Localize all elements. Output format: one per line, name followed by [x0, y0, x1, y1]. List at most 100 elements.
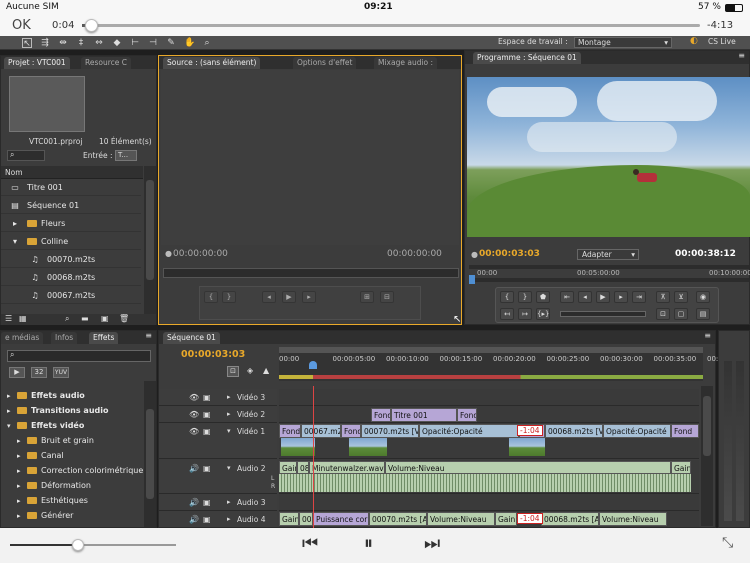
source-timecode-in[interactable]: 00:00:00:00 [173, 249, 228, 259]
video-clip[interactable]: Fond [671, 424, 699, 438]
audio-clip[interactable]: 00070.m2ts [A] [369, 512, 427, 526]
step-back-icon[interactable]: ◂ [578, 291, 592, 303]
find-icon[interactable]: ⌕ [65, 314, 69, 324]
disclosure-icon[interactable]: ▾ [7, 419, 17, 434]
rolling-edit-tool-icon[interactable]: ‡ [76, 38, 86, 48]
program-ruler[interactable]: 00:00 00:05:00:00 00:10:00:00 [469, 265, 750, 277]
eye-icon[interactable]: 👁 [189, 406, 199, 423]
sync-lock-icon[interactable]: ▣ [203, 406, 211, 423]
source-step-forward-icon[interactable]: ▸ [302, 291, 316, 303]
track-select-tool-icon[interactable]: ⇶ [40, 38, 50, 48]
pen-tool-icon[interactable]: ✎ [166, 38, 176, 48]
selection-tool-icon[interactable]: ↖ [22, 38, 32, 49]
speaker-icon[interactable]: 🔊 [189, 494, 199, 511]
video-clip[interactable]: Opacité:Opacité [603, 424, 671, 438]
audio-clip[interactable]: 00068.m2ts [A] [541, 512, 599, 526]
cs-live-label[interactable]: CS Live [708, 37, 736, 46]
slip-tool-icon[interactable]: ⊢ [130, 38, 140, 48]
video-clip[interactable]: 00070.m2ts [V] [361, 424, 419, 438]
audio-clip[interactable]: Gain [671, 461, 691, 474]
shuttle-slider[interactable] [560, 311, 646, 317]
video-clip[interactable]: Fond [279, 424, 301, 438]
track-expand-icon[interactable]: ▸ [227, 389, 231, 406]
tab-audio-mixer[interactable]: Mixage audio : [374, 57, 438, 69]
sync-lock-icon[interactable]: ▣ [203, 389, 211, 406]
add-marker-icon[interactable]: ⬟ [536, 291, 550, 303]
disclosure-icon[interactable]: ▸ [17, 434, 27, 449]
disclosure-icon[interactable]: ▸ [17, 464, 27, 479]
disclosure-icon[interactable]: ▸ [7, 389, 17, 404]
play-icon[interactable]: ▶ [596, 291, 610, 303]
effects-tree-item[interactable]: ▸ Correction colorimétrique [1, 463, 143, 478]
workspace-select[interactable]: Montage ▾ [574, 37, 672, 48]
project-item[interactable]: ♫ 00067.m2ts [1, 287, 141, 304]
title-clip[interactable]: Fond [371, 408, 391, 422]
track-lane[interactable] [279, 389, 699, 406]
source-play-icon[interactable]: ▶ [282, 291, 296, 303]
disclosure-icon[interactable]: ▸ [17, 479, 27, 494]
video-clip[interactable]: Fond [341, 424, 361, 438]
panel-menu-icon[interactable]: ≡ [145, 331, 152, 340]
disclosure-icon[interactable]: ▸ [17, 494, 27, 509]
eye-icon[interactable]: 👁 [189, 389, 199, 406]
project-item[interactable]: ▸ Fleurs [1, 215, 141, 232]
column-header-name[interactable]: Nom [1, 166, 143, 179]
32bit-effects-icon[interactable]: 32 [31, 367, 47, 378]
go-to-out-icon[interactable]: ⇥ [632, 291, 646, 303]
effects-tree-item[interactable]: ▸ Canal [1, 448, 143, 463]
project-scrollbar[interactable] [144, 166, 156, 314]
disclosure-icon[interactable]: ▸ [17, 509, 27, 524]
track-header[interactable]: 👁 ▣ ▸ Vidéo 3 [159, 389, 277, 406]
video-clip[interactable]: Opacité:Opacité [419, 424, 519, 438]
disclosure-icon[interactable]: ▸ [17, 449, 27, 464]
source-insert-icon[interactable]: ⊞ [360, 291, 374, 303]
list-view-icon[interactable]: ☰ [5, 314, 12, 323]
track-expand-icon[interactable]: ▸ [227, 494, 231, 511]
speaker-icon[interactable]: 🔊 [189, 511, 199, 528]
pause-icon[interactable]: ⏸ [364, 533, 373, 554]
track-expand-icon[interactable]: ▾ [227, 423, 231, 440]
program-transport-controls[interactable]: { } ⬟ ⇤ ◂ ▶ ▸ ⇥ ⊼ ⊻ ◉ ↤ ↦ {▸} ⊡ ▢ ▤ [495, 287, 719, 323]
track-header[interactable]: 👁 ▣ ▾ Vidéo 1 [159, 423, 277, 459]
play-in-out-icon[interactable]: {▸} [536, 308, 550, 320]
source-transport-controls[interactable]: { } ◂ ▶ ▸ ⊞ ⊟ [199, 286, 421, 320]
effects-tree-item[interactable]: ▸ Effets audio [1, 388, 143, 403]
track-expand-icon[interactable]: ▾ [227, 460, 231, 477]
panel-menu-icon[interactable]: ≡ [738, 51, 745, 60]
rate-stretch-tool-icon[interactable]: ⇔ [94, 38, 104, 48]
skip-forward-icon[interactable]: ⏭ [424, 533, 440, 554]
effects-search-input[interactable]: ⌕ [7, 350, 151, 362]
project-item[interactable]: ▭ Titre 001 [1, 179, 141, 196]
source-mark-out-icon[interactable]: } [222, 291, 236, 303]
source-scrub-bar[interactable] [163, 268, 459, 278]
effects-tree-item[interactable]: ▸ Transitions audio [1, 403, 143, 418]
extract-icon[interactable]: ⊻ [674, 291, 688, 303]
new-bin-icon[interactable]: ▬ [81, 314, 89, 323]
volume-slider[interactable] [10, 539, 176, 551]
cs-live-icon[interactable]: ◐ [690, 36, 698, 46]
panel-menu-icon[interactable]: ≡ [704, 331, 711, 340]
project-item[interactable]: ▤ Séquence 01 [1, 197, 141, 214]
sync-lock-icon[interactable]: ▣ [203, 423, 211, 440]
go-next-edit-icon[interactable]: ↦ [518, 308, 532, 320]
tab-effect-options[interactable]: Options d'effet [293, 57, 357, 69]
source-step-back-icon[interactable]: ◂ [262, 291, 276, 303]
new-item-icon[interactable]: ▣ [101, 314, 109, 323]
go-to-in-icon[interactable]: ⇤ [560, 291, 574, 303]
track-header[interactable]: 🔊 ▣ ▸ Audio 4 [159, 511, 277, 528]
export-frame-icon[interactable]: ◉ [696, 291, 710, 303]
mark-out-icon[interactable]: } [518, 291, 532, 303]
icon-view-icon[interactable]: ▦ [19, 314, 27, 323]
sync-lock-icon[interactable]: ▣ [203, 460, 211, 477]
slide-tool-icon[interactable]: ⊣ [148, 38, 158, 48]
scrubber-knob[interactable] [84, 19, 98, 32]
tab-source[interactable]: Source : (sans élément) [163, 57, 261, 69]
video-clip[interactable]: 00068.m2ts [V] [545, 424, 603, 438]
ripple-edit-tool-icon[interactable]: ⇹ [58, 38, 68, 48]
track-header[interactable]: 🔊 ▣ ▾ Audio 2 [159, 460, 277, 494]
accelerated-effects-icon[interactable]: ▶ [9, 367, 25, 378]
audio-clip[interactable]: Volume:Niveau [385, 461, 671, 474]
tab-info[interactable]: Infos [51, 332, 78, 344]
lift-icon[interactable]: ⊼ [656, 291, 670, 303]
track-expand-icon[interactable]: ▸ [227, 406, 231, 423]
